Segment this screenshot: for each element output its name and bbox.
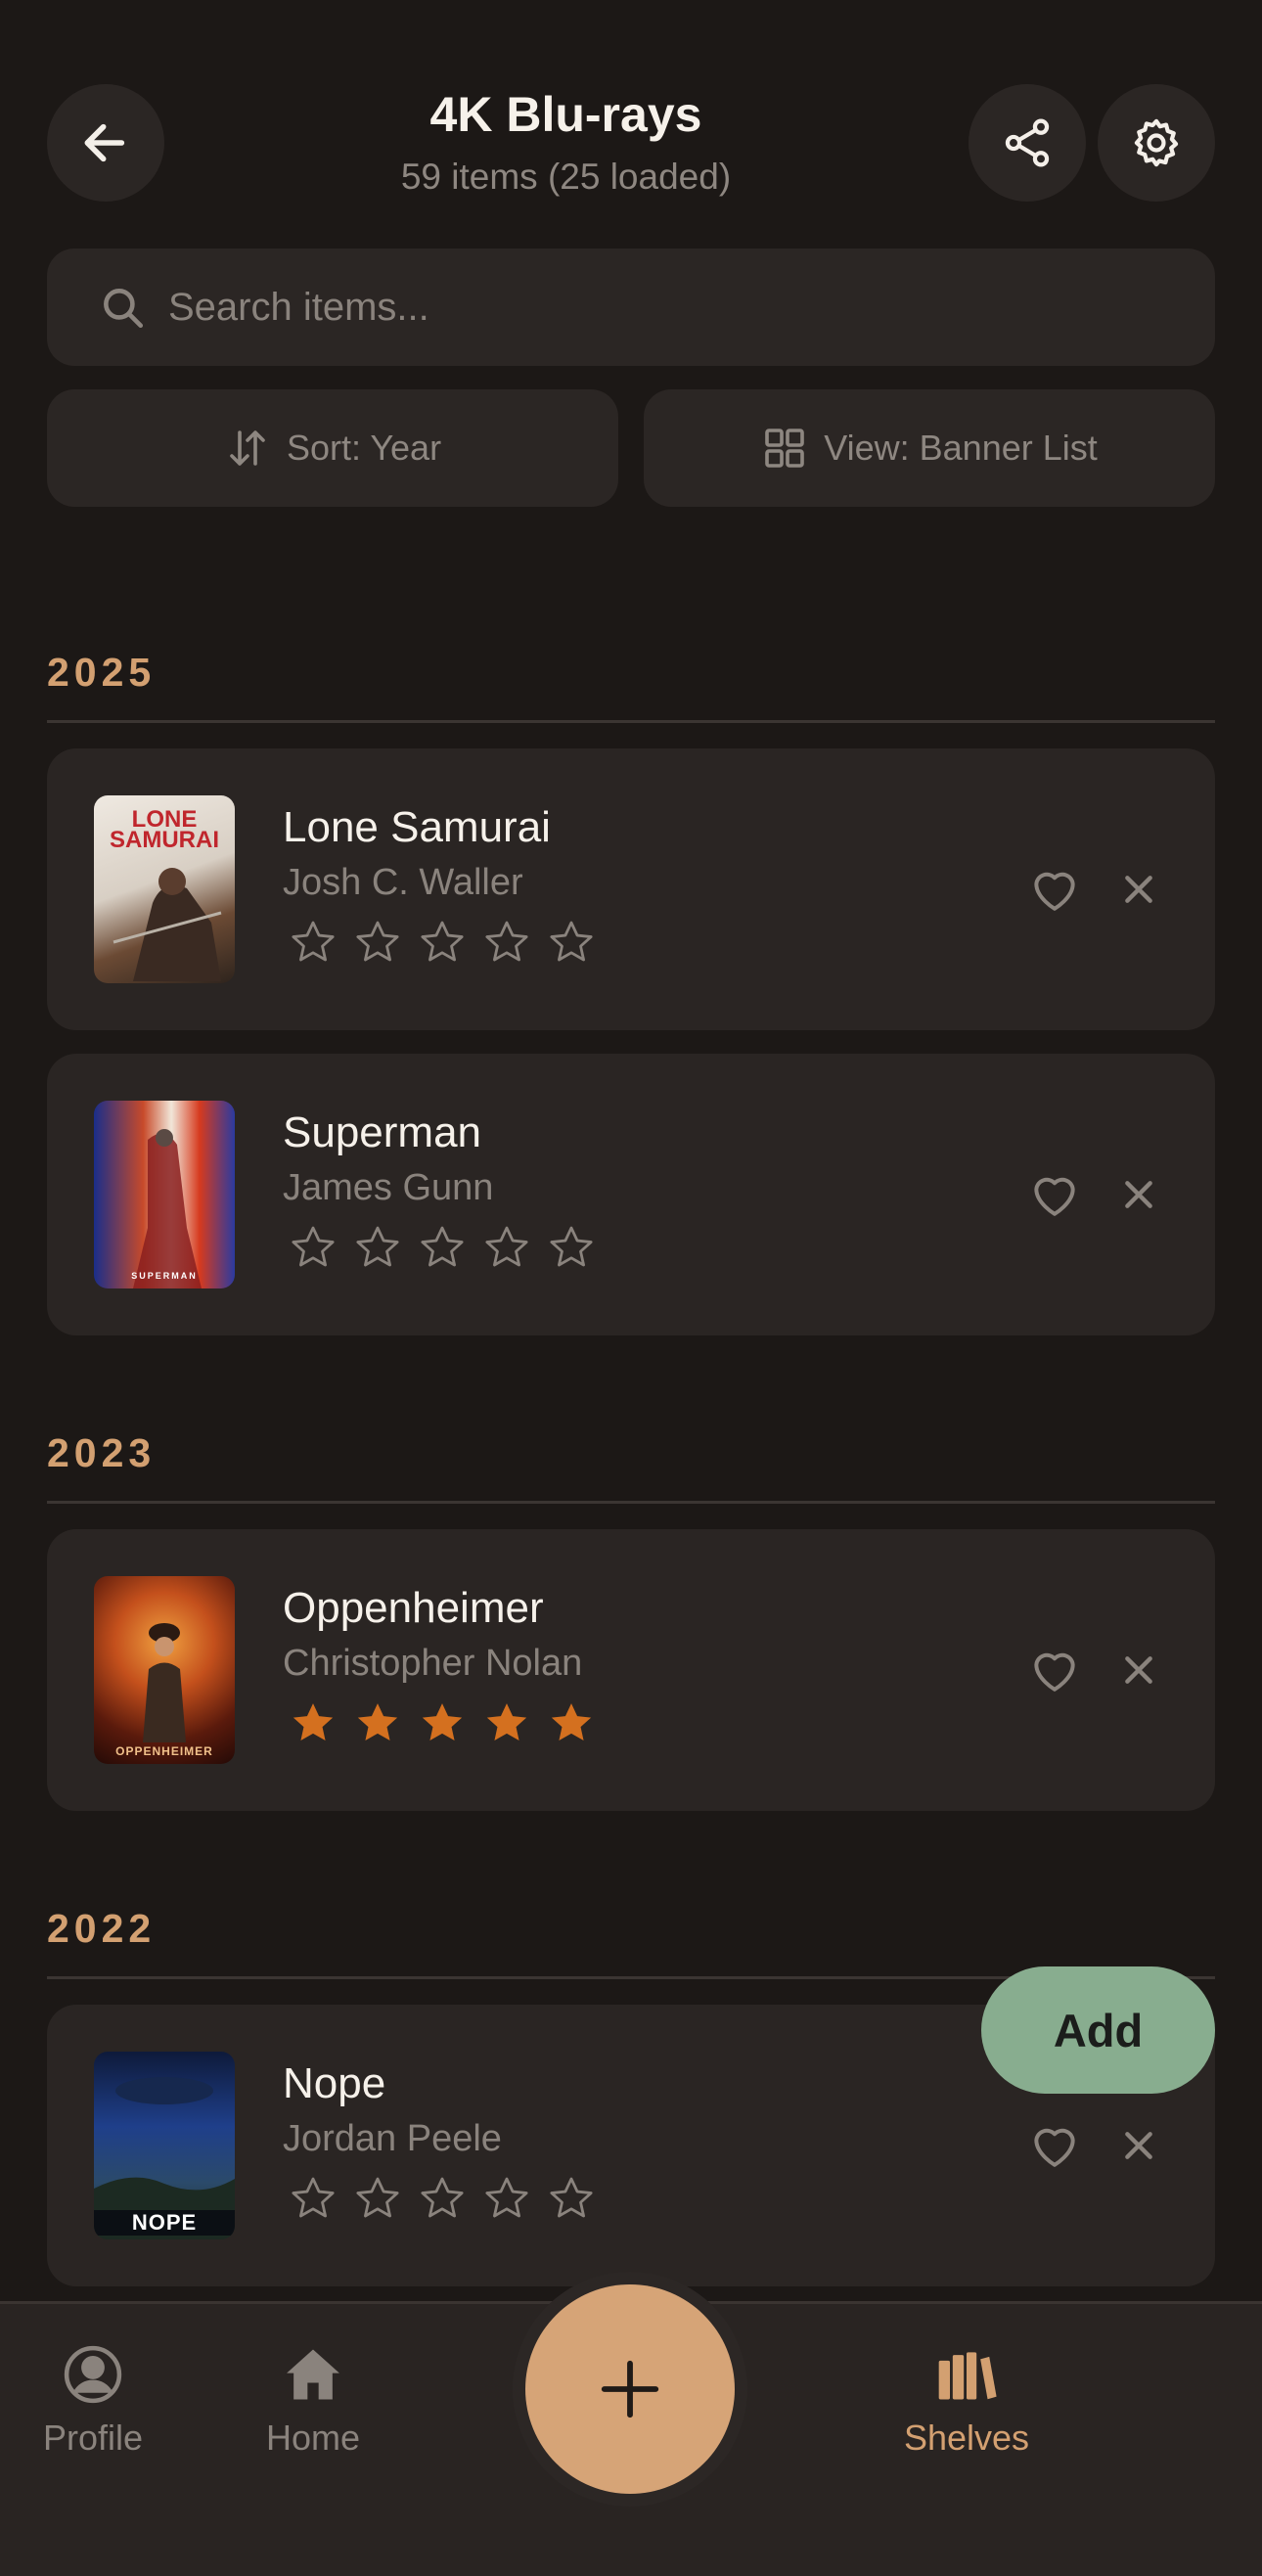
- nav-home[interactable]: Home: [220, 2341, 406, 2459]
- nav-profile[interactable]: Profile: [0, 2341, 186, 2459]
- close-icon[interactable]: [1119, 2126, 1158, 2165]
- poster-figure: [143, 1623, 186, 1742]
- star-icon[interactable]: [417, 1695, 481, 1750]
- list-item[interactable]: LONE SAMURAI Lone Samurai Josh C. Waller: [47, 748, 1215, 1030]
- nav-profile-label: Profile: [42, 2418, 144, 2458]
- star-icon[interactable]: [352, 1220, 417, 1275]
- nav-shelves[interactable]: Shelves: [874, 2341, 1059, 2459]
- section-year-2025: 2025: [47, 650, 157, 695]
- heart-icon[interactable]: [1027, 2118, 1082, 2173]
- settings-button[interactable]: [1098, 84, 1215, 202]
- star-icon[interactable]: [417, 1220, 481, 1275]
- heart-icon[interactable]: [1027, 1643, 1082, 1697]
- star-icon[interactable]: [288, 1695, 352, 1750]
- star-icon[interactable]: [352, 915, 417, 970]
- search-input[interactable]: [168, 268, 1215, 346]
- star-rating[interactable]: [288, 1220, 610, 1275]
- view-label: View: Banner List: [824, 428, 1098, 468]
- home-icon: [287, 2349, 339, 2400]
- star-icon[interactable]: [288, 915, 352, 970]
- star-icon[interactable]: [481, 2171, 546, 2226]
- divider: [47, 1501, 1215, 1504]
- poster-image: SUPERMAN: [94, 1101, 235, 1288]
- star-rating[interactable]: [288, 2171, 610, 2226]
- nav-shelves-label: Shelves: [903, 2418, 1030, 2458]
- item-title: Oppenheimer: [283, 1584, 544, 1632]
- item-director: Christopher Nolan: [283, 1643, 583, 1684]
- section-year-2022: 2022: [47, 1906, 157, 1951]
- search-icon: [104, 289, 144, 329]
- plus-icon: [601, 2360, 659, 2418]
- item-title: Superman: [283, 1108, 482, 1156]
- poster-image: NOPE: [94, 2052, 235, 2239]
- create-button-ring: [513, 2272, 747, 2507]
- star-rating[interactable]: [288, 1695, 610, 1750]
- close-icon[interactable]: [1119, 1650, 1158, 1690]
- user-circle-icon: [64, 2345, 122, 2404]
- star-icon[interactable]: [288, 2171, 352, 2226]
- poster-image: LONE SAMURAI: [94, 795, 235, 983]
- star-icon[interactable]: [352, 2171, 417, 2226]
- heart-icon[interactable]: [1027, 862, 1082, 917]
- item-title: Nope: [283, 2059, 386, 2107]
- item-director: Josh C. Waller: [283, 862, 523, 903]
- star-icon[interactable]: [546, 915, 610, 970]
- star-icon[interactable]: [352, 1695, 417, 1750]
- list-item[interactable]: SUPERMAN Superman James Gunn: [47, 1054, 1215, 1335]
- star-icon[interactable]: [546, 2171, 610, 2226]
- poster-title: NOPE: [94, 2210, 235, 2236]
- list-item[interactable]: OPPENHEIMER Oppenheimer Christopher Nola…: [47, 1529, 1215, 1811]
- poster-title: OPPENHEIMER: [115, 1744, 213, 1758]
- poster-title: LONE SAMURAI: [110, 806, 219, 853]
- grid-icon: [765, 429, 805, 468]
- star-icon[interactable]: [546, 1220, 610, 1275]
- gear-icon: [1134, 118, 1179, 167]
- close-icon[interactable]: [1119, 870, 1158, 909]
- star-icon[interactable]: [417, 915, 481, 970]
- item-title: Lone Samurai: [283, 803, 551, 851]
- section-year-2023: 2023: [47, 1430, 157, 1475]
- sort-arrows-icon: [230, 430, 265, 466]
- item-director: James Gunn: [283, 1167, 494, 1208]
- star-icon[interactable]: [288, 1220, 352, 1275]
- share-button[interactable]: [969, 84, 1086, 202]
- add-button[interactable]: Add: [981, 1966, 1215, 2094]
- star-icon[interactable]: [481, 1695, 546, 1750]
- sort-button[interactable]: Sort: Year: [47, 389, 618, 507]
- books-icon: [938, 2352, 997, 2400]
- view-button[interactable]: View: Banner List: [644, 389, 1215, 507]
- page-title: 4K Blu-rays: [429, 87, 702, 142]
- search-bar[interactable]: [47, 249, 1215, 366]
- poster-title: SUPERMAN: [131, 1271, 198, 1281]
- close-icon[interactable]: [1119, 1175, 1158, 1214]
- divider: [47, 720, 1215, 723]
- create-button[interactable]: [525, 2284, 735, 2494]
- heart-icon[interactable]: [1027, 1167, 1082, 1222]
- poster-figure: [133, 1129, 202, 1288]
- star-icon[interactable]: [417, 2171, 481, 2226]
- item-count: 59 items (25 loaded): [400, 157, 732, 197]
- shelf-detail-screen: 4K Blu-rays 59 items (25 loaded) Sort: Y…: [0, 0, 1262, 2576]
- nav-home-label: Home: [265, 2418, 361, 2458]
- item-director: Jordan Peele: [283, 2118, 502, 2159]
- share-icon: [1005, 118, 1050, 167]
- star-icon[interactable]: [481, 1220, 546, 1275]
- sort-label: Sort: Year: [286, 428, 442, 468]
- star-rating[interactable]: [288, 915, 610, 970]
- star-icon[interactable]: [481, 915, 546, 970]
- poster-image: OPPENHEIMER: [94, 1576, 235, 1764]
- star-icon[interactable]: [546, 1695, 610, 1750]
